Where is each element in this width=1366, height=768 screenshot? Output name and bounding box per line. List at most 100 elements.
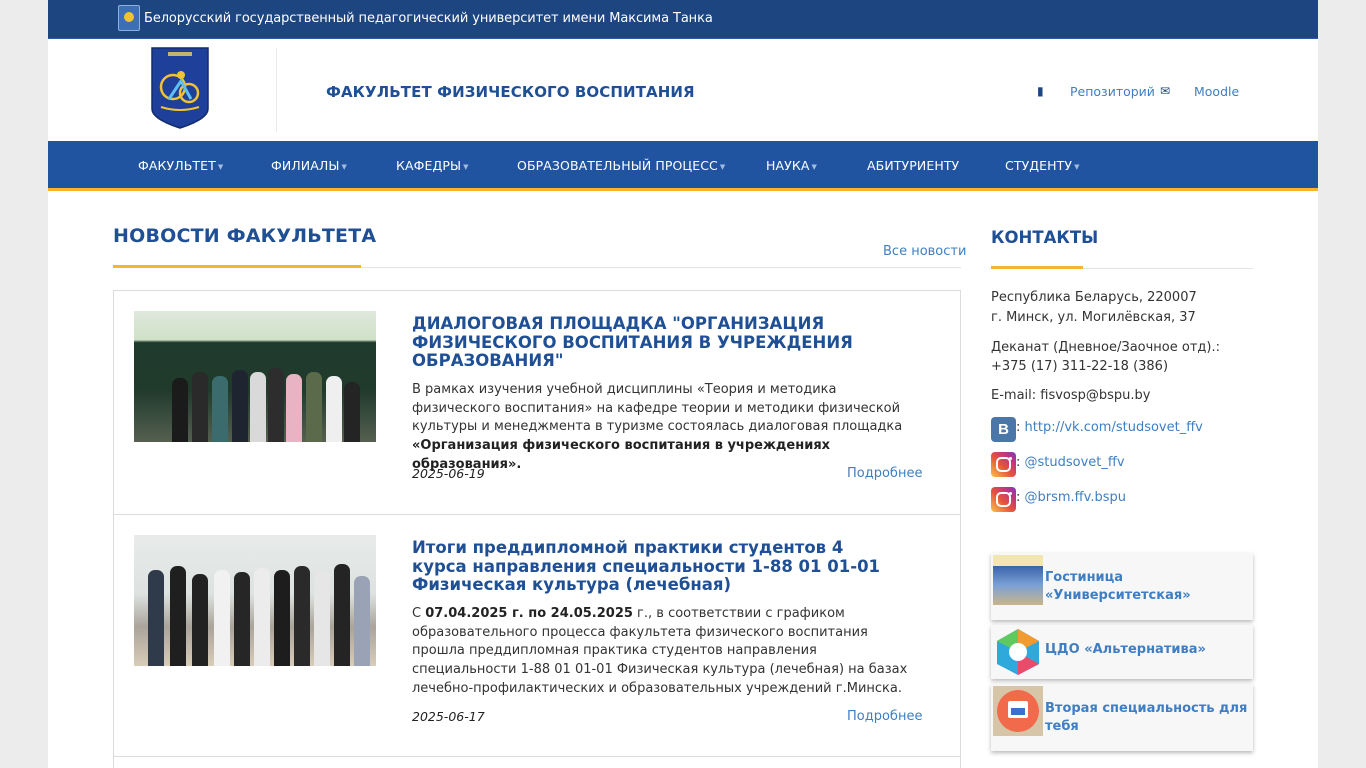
news-excerpt-text: С [412, 606, 426, 621]
news-card [113, 756, 961, 768]
person-silhouette [326, 376, 342, 442]
news-title-link[interactable]: ДИАЛОГОВАЯ ПЛОЩАДКА "ОРГАНИЗАЦИЯ ФИЗИЧЕС… [412, 314, 882, 371]
vk-link[interactable]: http://vk.com/studsovet_ffv [1025, 420, 1203, 435]
promo-label[interactable]: Гостиница «Университетская» [1045, 569, 1245, 605]
read-more-link[interactable]: Подробнее [847, 709, 922, 724]
university-name-link[interactable]: Белорусский государственный педагогическ… [144, 11, 713, 26]
contact-address-line1: Республика Беларусь, 220007 [991, 290, 1197, 305]
person-silhouette [334, 564, 350, 666]
news-excerpt: С 07.04.2025 г. по 24.05.2025 г., в соот… [412, 605, 922, 699]
contact-dean-phone: +375 (17) 311-22-18 (386) [991, 359, 1169, 374]
person-silhouette [268, 368, 284, 442]
social-link-row: : http://vk.com/studsovet_ffv [1016, 420, 1203, 435]
nav-item-label: ОБРАЗОВАТЕЛЬНЫЙ ПРОЦЕСС [517, 158, 718, 173]
hotel-photo [993, 555, 1043, 605]
person-silhouette [192, 574, 208, 666]
vk-icon[interactable]: B [991, 417, 1016, 442]
envelope-icon: ✉ [1160, 84, 1171, 98]
site-header: ФАКУЛЬТЕТ ФИЗИЧЕСКОГО ВОСПИТАНИЯ ▮ Репоз… [48, 40, 1318, 141]
news-excerpt-text: В рамках изучения учебной дисциплины «Те… [412, 382, 903, 435]
faculty-crest-logo[interactable] [151, 47, 209, 129]
news-thumbnail[interactable] [134, 535, 376, 666]
promo-cdo[interactable]: ЦДО «Альтернатива» [991, 625, 1253, 679]
cdo-logo [997, 629, 1039, 675]
separator-text: : [1016, 455, 1025, 470]
person-silhouette [170, 566, 186, 666]
nav-item-label: КАФЕДРЫ [396, 158, 462, 173]
header-divider [276, 48, 277, 132]
university-logo-icon[interactable] [118, 5, 140, 31]
person-silhouette [234, 572, 250, 666]
person-silhouette [172, 378, 188, 442]
instagram-icon[interactable] [991, 487, 1016, 512]
caret-down-icon: ▼ [1074, 163, 1080, 171]
moodle-link[interactable]: Moodle [1194, 84, 1239, 99]
nav-item-label: НАУКА [766, 158, 810, 173]
nav-item-branches[interactable]: ФИЛИАЛЫ ▼ [271, 158, 347, 173]
news-card: Итоги преддипломной практики студентов 4… [113, 514, 961, 757]
all-news-link[interactable]: Все новости [883, 244, 966, 259]
caret-down-icon: ▼ [811, 163, 817, 171]
news-card: ДИАЛОГОВАЯ ПЛОЩАДКА "ОРГАНИЗАЦИЯ ФИЗИЧЕС… [113, 290, 961, 515]
news-title-link[interactable]: Итоги преддипломной практики студентов 4… [412, 538, 882, 595]
faculty-title[interactable]: ФАКУЛЬТЕТ ФИЗИЧЕСКОГО ВОСПИТАНИЯ [326, 83, 695, 101]
nav-item-label: СТУДЕНТУ [1005, 158, 1073, 173]
news-date: 2025-06-19 [412, 466, 485, 481]
person-silhouette [286, 374, 302, 442]
instagram-brsm-link[interactable]: @brsm.ffv.bspu [1025, 490, 1126, 505]
book-icon: ▮ [1037, 84, 1044, 98]
nav-item-faculty[interactable]: ФАКУЛЬТЕТ ▼ [138, 158, 223, 173]
promo-label[interactable]: ЦДО «Альтернатива» [1045, 641, 1245, 659]
caret-down-icon: ▼ [463, 163, 469, 171]
nav-item-departments[interactable]: КАФЕДРЫ ▼ [396, 158, 469, 173]
person-silhouette [254, 568, 270, 666]
news-date: 2025-06-17 [412, 709, 485, 724]
caret-down-icon: ▼ [719, 163, 726, 171]
person-silhouette [192, 372, 208, 442]
nav-item-label: ФАКУЛЬТЕТ [138, 158, 216, 173]
promo-hotel[interactable]: Гостиница «Университетская» [991, 553, 1253, 620]
promo-second-specialty[interactable]: Вторая специальность для тебя [991, 684, 1253, 751]
person-silhouette [274, 570, 290, 666]
person-silhouette [214, 570, 230, 666]
contacts-heading-underline [991, 266, 1083, 269]
contact-dean-label: Деканат (Дневное/Заочное отд).: [991, 340, 1220, 355]
contacts-heading: КОНТАКТЫ [991, 228, 1099, 247]
instagram-icon[interactable] [991, 452, 1016, 477]
caret-down-icon: ▼ [341, 163, 348, 171]
nav-item-applicants[interactable]: АБИТУРИЕНТУ [867, 158, 959, 173]
nav-item-label: АБИТУРИЕНТУ [867, 158, 960, 173]
nav-item-students[interactable]: СТУДЕНТУ ▼ [1005, 158, 1080, 173]
social-link-row: : @brsm.ffv.bspu [1016, 490, 1126, 505]
main-nav: ФАКУЛЬТЕТ ▼ ФИЛИАЛЫ ▼ КАФЕДРЫ ▼ ОБРАЗОВАТЕЛ… [48, 141, 1318, 191]
contact-email: E-mail: fisvosp@bspu.by [991, 388, 1151, 403]
image-icon [993, 686, 1043, 736]
nav-item-label: ФИЛИАЛЫ [271, 158, 340, 173]
person-silhouette [148, 570, 164, 666]
separator-text: : [1016, 420, 1025, 435]
person-silhouette [344, 382, 360, 442]
person-silhouette [232, 370, 248, 442]
promo-label[interactable]: Вторая специальность для тебя [1045, 700, 1250, 736]
news-heading: НОВОСТИ ФАКУЛЬТЕТА [113, 225, 377, 247]
top-bar: Белорусский государственный педагогическ… [48, 0, 1318, 39]
contact-address-line2: г. Минск, ул. Могилёвская, 37 [991, 310, 1196, 325]
repository-link[interactable]: Репозиторий [1070, 84, 1155, 99]
instagram-studsovet-link[interactable]: @studsovet_ffv [1025, 455, 1125, 470]
news-thumbnail[interactable] [134, 311, 376, 442]
person-silhouette [212, 376, 228, 442]
page-container: Белорусский государственный педагогическ… [48, 0, 1318, 768]
caret-down-icon: ▼ [217, 163, 224, 171]
news-heading-underline [113, 265, 361, 268]
news-excerpt: В рамках изучения учебной дисциплины «Те… [412, 381, 922, 475]
separator-text: : [1016, 490, 1025, 505]
person-silhouette [250, 372, 266, 442]
person-silhouette [294, 566, 310, 666]
person-silhouette [354, 576, 370, 666]
person-silhouette [314, 570, 330, 666]
nav-item-educational-process[interactable]: ОБРАЗОВАТЕЛЬНЫЙ ПРОЦЕСС ▼ [517, 158, 725, 173]
person-silhouette [306, 372, 322, 442]
nav-item-science[interactable]: НАУКА ▼ [766, 158, 817, 173]
news-excerpt-bold: 07.04.2025 г. по 24.05.2025 [425, 606, 633, 621]
read-more-link[interactable]: Подробнее [847, 466, 922, 481]
